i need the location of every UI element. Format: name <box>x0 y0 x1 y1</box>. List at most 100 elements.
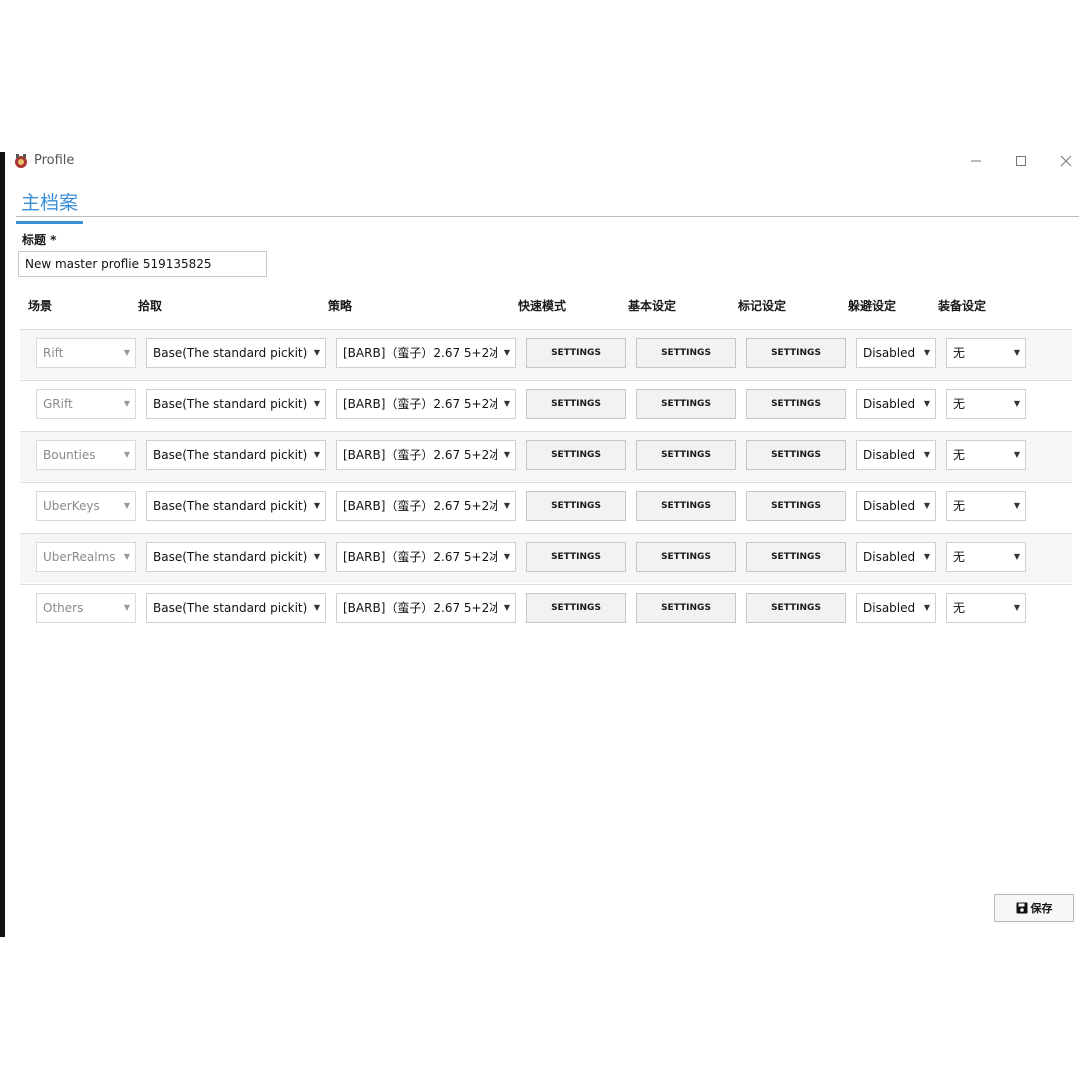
gear-dropdown-value: 无 <box>953 550 966 564</box>
scene-dropdown[interactable]: Bounties ▼ <box>36 440 136 470</box>
pickit-dropdown[interactable]: Base(The standard pickit) ▼ <box>146 542 326 572</box>
avoid-dropdown-value: Disabled <box>863 499 916 513</box>
mark-settings-button-label: SETTINGS <box>771 501 821 511</box>
tab-master-profile[interactable]: 主档案 <box>16 188 84 224</box>
gear-dropdown[interactable]: 无 ▼ <box>946 491 1026 521</box>
basic-settings-button-label: SETTINGS <box>661 399 711 409</box>
pickit-dropdown-value: Base(The standard pickit) <box>153 448 307 462</box>
mark-settings-button[interactable]: SETTINGS <box>746 593 846 623</box>
basic-settings-button[interactable]: SETTINGS <box>636 542 736 572</box>
pickit-dropdown[interactable]: Base(The standard pickit) ▼ <box>146 593 326 623</box>
mark-settings-button[interactable]: SETTINGS <box>746 491 846 521</box>
scene-dropdown[interactable]: GRift ▼ <box>36 389 136 419</box>
mark-settings-button-label: SETTINGS <box>771 399 821 409</box>
table-row: Rift ▼ Base(The standard pickit) ▼ [BARB]（蛮子… <box>20 329 1072 379</box>
mark-settings-button-label: SETTINGS <box>771 603 821 613</box>
scene-dropdown[interactable]: Others ▼ <box>36 593 136 623</box>
scene-dropdown[interactable]: UberKeys ▼ <box>36 491 136 521</box>
quick-mode-settings-button-label: SETTINGS <box>551 348 601 358</box>
scene-dropdown[interactable]: Rift ▼ <box>36 338 136 368</box>
pickit-dropdown-value: Base(The standard pickit) <box>153 601 307 615</box>
gear-dropdown[interactable]: 无 ▼ <box>946 440 1026 470</box>
strategy-dropdown-value: [BARB]（蛮子）2.67 5+2冰封 <box>343 499 497 513</box>
avoid-dropdown[interactable]: Disabled ▼ <box>856 338 936 368</box>
mark-settings-button-label: SETTINGS <box>771 552 821 562</box>
quick-mode-settings-button[interactable]: SETTINGS <box>526 440 626 470</box>
strategy-dropdown-value: [BARB]（蛮子）2.67 5+2冰封 <box>343 550 497 564</box>
quick-mode-settings-button-label: SETTINGS <box>551 552 601 562</box>
title-input[interactable] <box>18 251 267 277</box>
basic-settings-button[interactable]: SETTINGS <box>636 593 736 623</box>
mark-settings-button[interactable]: SETTINGS <box>746 338 846 368</box>
chevron-down-icon: ▼ <box>1013 450 1020 459</box>
quick-mode-settings-button[interactable]: SETTINGS <box>526 389 626 419</box>
gear-dropdown-value: 无 <box>953 499 966 513</box>
mark-settings-button[interactable]: SETTINGS <box>746 542 846 572</box>
avoid-dropdown[interactable]: Disabled ▼ <box>856 542 936 572</box>
basic-settings-button[interactable]: SETTINGS <box>636 389 736 419</box>
basic-settings-button[interactable]: SETTINGS <box>636 338 736 368</box>
gear-dropdown[interactable]: 无 ▼ <box>946 593 1026 623</box>
gear-dropdown[interactable]: 无 ▼ <box>946 389 1026 419</box>
close-button[interactable] <box>1043 146 1089 176</box>
avoid-dropdown[interactable]: Disabled ▼ <box>856 491 936 521</box>
avoid-dropdown[interactable]: Disabled ▼ <box>856 440 936 470</box>
chevron-down-icon: ▼ <box>503 501 510 510</box>
mark-settings-button[interactable]: SETTINGS <box>746 440 846 470</box>
pickit-dropdown[interactable]: Base(The standard pickit) ▼ <box>146 338 326 368</box>
pickit-dropdown[interactable]: Base(The standard pickit) ▼ <box>146 491 326 521</box>
strategy-dropdown[interactable]: [BARB]（蛮子）2.67 5+2冰封 ▼ <box>336 338 516 368</box>
chevron-down-icon: ▼ <box>123 501 130 510</box>
chevron-down-icon: ▼ <box>1013 501 1020 510</box>
avoid-dropdown[interactable]: Disabled ▼ <box>856 593 936 623</box>
gear-dropdown[interactable]: 无 ▼ <box>946 542 1026 572</box>
strategy-dropdown[interactable]: [BARB]（蛮子）2.67 5+2冰封 ▼ <box>336 440 516 470</box>
quick-mode-settings-button-label: SETTINGS <box>551 450 601 460</box>
basic-settings-button[interactable]: SETTINGS <box>636 440 736 470</box>
strategy-dropdown[interactable]: [BARB]（蛮子）2.67 5+2冰封 ▼ <box>336 491 516 521</box>
chevron-down-icon: ▼ <box>313 348 320 357</box>
save-button[interactable]: 保存 <box>994 894 1074 922</box>
basic-settings-button-label: SETTINGS <box>661 603 711 613</box>
quick-mode-settings-button[interactable]: SETTINGS <box>526 491 626 521</box>
chevron-down-icon: ▼ <box>123 348 130 357</box>
quick-mode-settings-button[interactable]: SETTINGS <box>526 542 626 572</box>
column-header-quick-mode: 快速模式 <box>518 299 567 313</box>
chevron-down-icon: ▼ <box>313 450 320 459</box>
quick-mode-settings-button[interactable]: SETTINGS <box>526 593 626 623</box>
avoid-dropdown-value: Disabled <box>863 601 916 615</box>
scene-dropdown-value: Others <box>43 601 84 615</box>
quick-mode-settings-button-label: SETTINGS <box>551 501 601 511</box>
strategy-dropdown[interactable]: [BARB]（蛮子）2.67 5+2冰封 ▼ <box>336 389 516 419</box>
basic-settings-button[interactable]: SETTINGS <box>636 491 736 521</box>
basic-settings-button-label: SETTINGS <box>661 450 711 460</box>
chevron-down-icon: ▼ <box>503 450 510 459</box>
avoid-dropdown-value: Disabled <box>863 346 916 360</box>
mark-settings-button[interactable]: SETTINGS <box>746 389 846 419</box>
strategy-dropdown-value: [BARB]（蛮子）2.67 5+2冰封 <box>343 397 497 411</box>
column-header-gear-settings: 装备设定 <box>938 299 987 313</box>
column-header-basic-settings: 基本设定 <box>628 299 677 313</box>
table-row: UberKeys ▼ Base(The standard pickit) ▼ [BARB… <box>20 482 1072 532</box>
chevron-down-icon: ▼ <box>1013 348 1020 357</box>
quick-mode-settings-button[interactable]: SETTINGS <box>526 338 626 368</box>
chevron-down-icon: ▼ <box>923 501 930 510</box>
strategy-dropdown[interactable]: [BARB]（蛮子）2.67 5+2冰封 ▼ <box>336 542 516 572</box>
table-row: GRift ▼ Base(The standard pickit) ▼ [BARB]（蛮… <box>20 380 1072 430</box>
chevron-down-icon: ▼ <box>1013 399 1020 408</box>
maximize-button[interactable] <box>998 146 1044 176</box>
column-header-strategy: 策略 <box>328 299 353 313</box>
scene-dropdown[interactable]: UberRealms ▼ <box>36 542 136 572</box>
minimize-button[interactable] <box>953 146 999 176</box>
chevron-down-icon: ▼ <box>123 552 130 561</box>
chevron-down-icon: ▼ <box>123 603 130 612</box>
chevron-down-icon: ▼ <box>923 399 930 408</box>
column-header-pickit: 拾取 <box>138 299 163 313</box>
gear-dropdown[interactable]: 无 ▼ <box>946 338 1026 368</box>
table-row: Bounties ▼ Base(The standard pickit) ▼ [BARB… <box>20 431 1072 481</box>
strategy-dropdown[interactable]: [BARB]（蛮子）2.67 5+2冰封 ▼ <box>336 593 516 623</box>
pickit-dropdown[interactable]: Base(The standard pickit) ▼ <box>146 440 326 470</box>
chevron-down-icon: ▼ <box>923 450 930 459</box>
pickit-dropdown[interactable]: Base(The standard pickit) ▼ <box>146 389 326 419</box>
avoid-dropdown[interactable]: Disabled ▼ <box>856 389 936 419</box>
